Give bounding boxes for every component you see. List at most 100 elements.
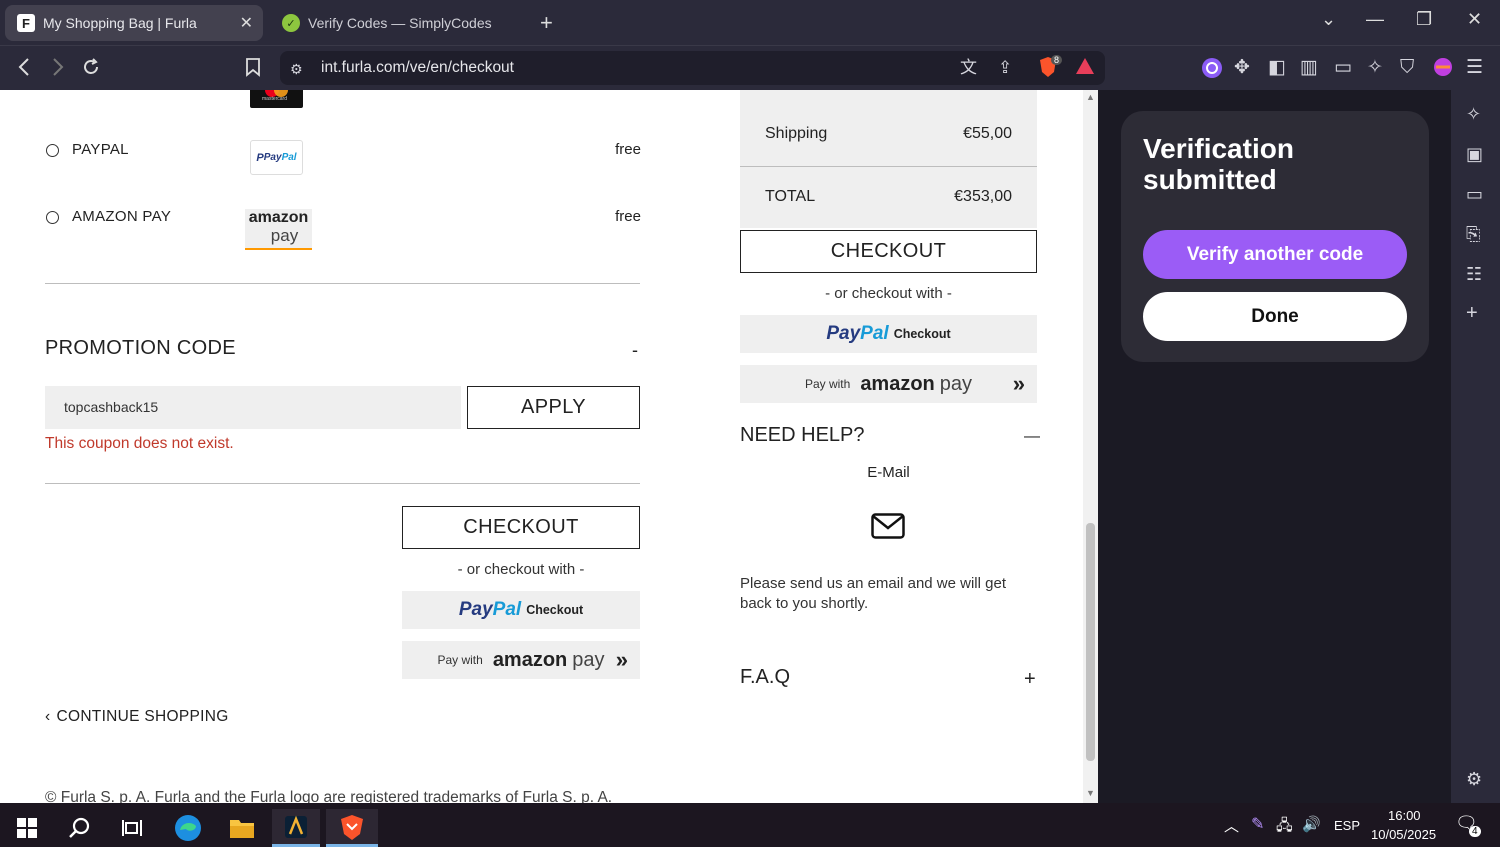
radio-amazon-pay[interactable]	[46, 211, 59, 224]
amazon-pay-button[interactable]: Pay with amazon pay »	[402, 641, 640, 679]
need-help-heading: NEED HELP?	[740, 424, 865, 446]
site-settings-icon[interactable]: ⚙	[290, 58, 303, 80]
wallet-icon[interactable]: ▭	[1466, 184, 1483, 205]
show-hidden-icons-icon[interactable]: ︿	[1224, 815, 1239, 836]
brave-rewards-icon[interactable]	[1075, 57, 1095, 81]
payment-option-amazon-pay[interactable]: AMAZON PAY amazon pay free	[46, 208, 641, 253]
edge-browser-icon[interactable]	[164, 809, 212, 847]
tab-bar: F My Shopping Bag | Furla ✕ ✓ Verify Cod…	[0, 0, 1500, 45]
payment-option-paypal[interactable]: PAYPAL P Pay Pal free	[46, 140, 641, 181]
windows-start-icon[interactable]	[3, 809, 51, 847]
email-help-text: Please send us an email and we will get …	[740, 575, 1006, 612]
minimize-icon[interactable]: —	[1366, 9, 1384, 30]
volume-icon[interactable]: 🔊	[1302, 815, 1321, 833]
close-window-icon[interactable]: ✕	[1467, 9, 1482, 30]
task-view-icon[interactable]	[108, 809, 156, 847]
faq-expand-icon[interactable]: +	[1024, 668, 1036, 691]
tab-title: Verify Codes — SimplyCodes	[308, 15, 492, 31]
total-label: TOTAL	[765, 188, 816, 205]
bookmark-icon[interactable]	[245, 57, 261, 83]
done-button[interactable]: Done	[1143, 292, 1407, 341]
share-icon[interactable]: ⇪	[998, 57, 1012, 79]
address-bar[interactable]: ⚙ int.furla.com/ve/en/checkout 文 ⇪ 8	[280, 51, 1105, 85]
divider	[45, 483, 640, 484]
back-icon[interactable]	[16, 57, 34, 83]
new-tab-icon[interactable]: +	[540, 10, 553, 36]
faq-heading[interactable]: F.A.Q	[740, 666, 790, 689]
shipping-row: Shipping €55,00	[740, 90, 1037, 166]
close-tab-icon[interactable]: ✕	[240, 13, 253, 33]
radio-paypal[interactable]	[46, 144, 59, 157]
summary-amazon-pay-button[interactable]: Pay with amazon pay »	[740, 365, 1037, 403]
notification-count-badge: 4	[1469, 826, 1481, 837]
payment-price: free	[615, 208, 641, 225]
paypal-checkout-label: Checkout	[526, 603, 584, 617]
windows-taskbar: ︿ ✎ 🖧 🔊 ESP 16:00 10/05/2025 🗨 4	[0, 803, 1500, 847]
reload-icon[interactable]	[81, 57, 101, 83]
menu-icon[interactable]: ☰	[1466, 57, 1483, 79]
furla-favicon-icon: F	[17, 14, 35, 32]
url-text[interactable]: int.furla.com/ve/en/checkout	[321, 59, 514, 77]
amazon-logo: amazon	[860, 372, 935, 395]
reading-list-icon[interactable]: ☷	[1466, 264, 1482, 285]
tab-search-chevron-icon[interactable]: ⌄	[1321, 9, 1336, 30]
search-icon[interactable]	[55, 809, 103, 847]
tab-furla-shopping-bag[interactable]: F My Shopping Bag | Furla ✕	[5, 5, 263, 41]
profile-icon[interactable]	[1433, 57, 1453, 83]
amazon-pay-logo: amazon pay	[245, 209, 312, 250]
simplycodes-extension-icon[interactable]	[1201, 57, 1223, 85]
bookmarks-icon[interactable]: ⎘	[1466, 224, 1480, 245]
paypal-logo: P Pay Pal	[250, 140, 303, 175]
checkout-button[interactable]: CHECKOUT	[402, 506, 640, 549]
promo-collapse-toggle[interactable]: -	[632, 340, 638, 361]
paypal-checkout-button[interactable]: PayPal Checkout	[402, 591, 640, 629]
amazon-arrows-icon: »	[615, 647, 628, 672]
pen-tray-icon[interactable]: ✎	[1251, 814, 1264, 834]
extensions-puzzle-icon[interactable]: ✥	[1234, 57, 1250, 79]
amazon-pay-word: pay	[572, 648, 605, 671]
mail-icon[interactable]	[871, 513, 905, 544]
payment-price: free	[615, 141, 641, 158]
scroll-up-arrow-icon[interactable]: ▲	[1086, 92, 1095, 102]
tab-simplycodes[interactable]: ✓ Verify Codes — SimplyCodes	[270, 5, 528, 41]
continue-shopping-link[interactable]: ‹ CONTINUE SHOPPING	[45, 708, 229, 726]
promo-code-input[interactable]: topcashback15	[45, 386, 461, 429]
scrollbar-thumb[interactable]	[1086, 523, 1095, 761]
extension-side-panel: Verification submitted Verify another co…	[1098, 90, 1451, 803]
apply-button[interactable]: APPLY	[467, 386, 640, 429]
leo-ai-icon[interactable]: ✧	[1367, 57, 1383, 79]
total-row: TOTAL €353,00	[740, 167, 1037, 228]
or-checkout-with: - or checkout with -	[457, 561, 585, 578]
forward-icon[interactable]	[48, 57, 66, 83]
leo-ai-icon[interactable]: ✧	[1466, 104, 1481, 125]
page-scrollbar[interactable]: ▲ ▼	[1083, 90, 1098, 803]
divider	[45, 283, 640, 284]
need-help-collapse-toggle[interactable]: —	[1024, 428, 1040, 446]
verify-another-code-button[interactable]: Verify another code	[1143, 230, 1407, 279]
add-panel-icon[interactable]: +	[1466, 302, 1478, 325]
clock-time[interactable]: 16:00	[1388, 808, 1421, 823]
summary-checkout-button[interactable]: CHECKOUT	[740, 230, 1037, 273]
amazon-arrows-icon: »	[1012, 371, 1025, 396]
summary-paypal-button[interactable]: PayPal Checkout	[740, 315, 1037, 353]
wallet-icon[interactable]: ▭	[1334, 57, 1352, 79]
amazon-pay-with: Pay with	[437, 653, 483, 667]
media-icon[interactable]: ▣	[1466, 144, 1483, 165]
clock-date[interactable]: 10/05/2025	[1371, 827, 1436, 842]
email-label: E-Mail	[867, 464, 910, 481]
app-icon-flag[interactable]	[272, 809, 320, 847]
vpn-shield-icon[interactable]: ⛉	[1400, 57, 1414, 79]
restore-icon[interactable]: ❐	[1416, 9, 1432, 30]
settings-gear-icon[interactable]: ⚙	[1466, 769, 1482, 790]
translate-icon[interactable]: 文	[960, 57, 977, 79]
sidepanel-icon[interactable]: ▥	[1300, 57, 1318, 79]
paypal-logo: PayPal	[458, 599, 522, 620]
language-indicator[interactable]: ESP	[1334, 818, 1360, 833]
brave-browser-icon[interactable]	[326, 809, 378, 847]
network-icon[interactable]: 🖧	[1276, 815, 1293, 840]
amazon-logo: amazon	[492, 648, 568, 671]
scroll-down-arrow-icon[interactable]: ▼	[1086, 788, 1095, 798]
sidebar-toggle-icon[interactable]: ◧	[1268, 57, 1286, 79]
file-explorer-icon[interactable]	[218, 809, 266, 847]
payment-label: AMAZON PAY	[72, 208, 172, 225]
